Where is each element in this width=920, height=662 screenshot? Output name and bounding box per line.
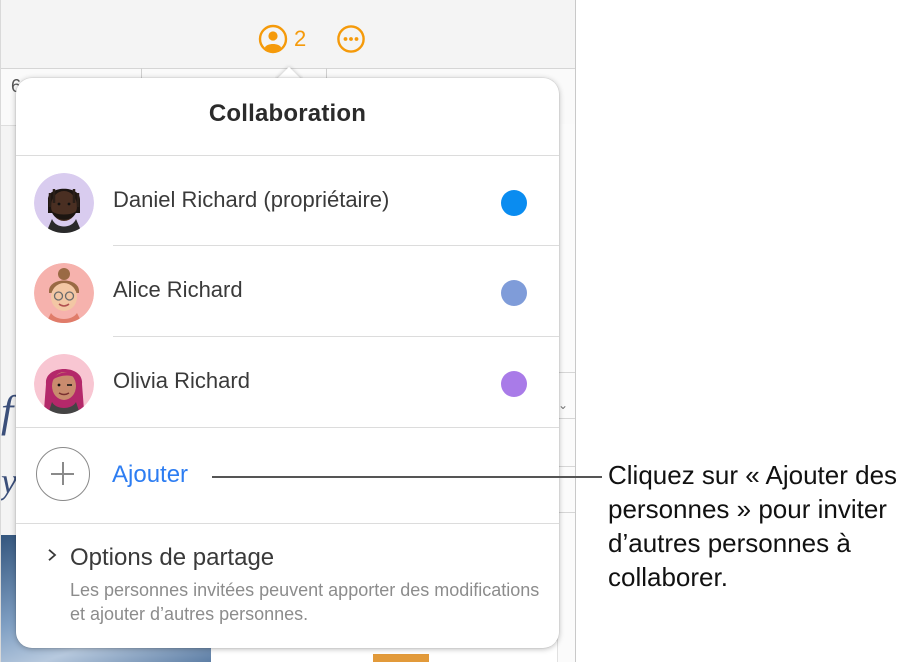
memoji-avatar	[34, 173, 94, 233]
document-image	[373, 654, 429, 662]
table-gridline	[557, 372, 575, 373]
collaboration-popover: Collaboration Daniel Richard (propriétai…	[16, 78, 559, 648]
participant-color-dot	[501, 280, 527, 306]
popover-title: Collaboration	[208, 100, 367, 127]
participant-name: Olivia Richard	[113, 368, 250, 393]
chevron-right-icon	[48, 549, 57, 561]
add-people-label: Ajouter	[112, 461, 189, 488]
participant-name: Alice Richard	[113, 277, 243, 302]
document-text-fragment: y	[1, 461, 17, 501]
memoji-avatar	[34, 263, 94, 323]
plus-circle-icon	[36, 447, 90, 501]
share-options-description: Les personnes invitées peuvent apporter …	[70, 580, 540, 624]
participant-color-dot	[501, 190, 527, 216]
person-circle-icon	[258, 24, 288, 54]
share-options-button[interactable]: Options de partage Les personnes invitée…	[16, 524, 559, 648]
participant-color-dot	[501, 371, 527, 397]
participant-row[interactable]: Daniel Richard (propriétaire)	[16, 156, 559, 246]
more-button[interactable]	[336, 24, 366, 59]
share-options-title: Options de partage	[70, 544, 275, 571]
table-gridline	[557, 512, 575, 513]
participant-row[interactable]: Olivia Richard	[16, 337, 559, 427]
callout-line	[212, 476, 602, 478]
participant-name: Daniel Richard (propriétaire)	[113, 187, 390, 212]
table-gridline	[557, 466, 575, 467]
table-gridline	[557, 418, 575, 419]
participant-row[interactable]: Alice Richard	[16, 246, 559, 336]
collaborate-button[interactable]: 2	[258, 24, 306, 54]
chevron-down-icon: ⌄	[558, 398, 569, 412]
memoji-avatar	[34, 354, 94, 414]
document-text-fragment: f	[1, 387, 14, 436]
document-edge	[557, 124, 575, 662]
callout-text: Cliquez sur « Ajouter des personnes » po…	[608, 460, 898, 592]
collaborator-count: 2	[294, 26, 307, 51]
ellipsis-circle-icon	[337, 25, 365, 53]
